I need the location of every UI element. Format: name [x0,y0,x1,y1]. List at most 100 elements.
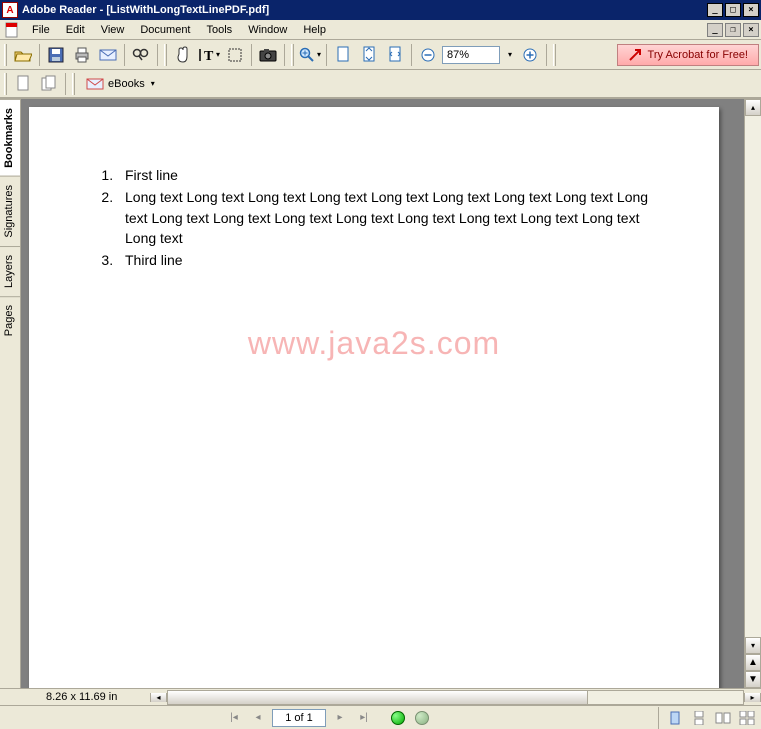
try-acrobat-button[interactable]: Try Acrobat for Free! [617,44,759,66]
toolbar-grip[interactable] [164,44,167,66]
toolbar-grip[interactable] [553,44,556,66]
mdi-minimize-button[interactable]: _ [707,23,723,37]
scroll-up-button[interactable]: ▴ [745,99,761,116]
separator [411,44,412,66]
window-title: Adobe Reader - [ListWithLongTextLinePDF.… [22,4,707,16]
menu-edit[interactable]: Edit [58,22,93,38]
back-icon [391,711,405,725]
pages-tab[interactable]: Pages [0,296,20,344]
try-acrobat-label: Try Acrobat for Free! [648,49,748,61]
window-titlebar: A Adobe Reader - [ListWithLongTextLinePD… [0,0,761,20]
menu-help[interactable]: Help [295,22,334,38]
snapshot-button[interactable] [256,43,280,67]
separator [284,44,285,66]
menu-view[interactable]: View [93,22,133,38]
dropdown-arrow-icon: ▾ [317,50,321,59]
new-doc-button[interactable] [11,72,35,96]
text-select-button[interactable]: T▾ [197,43,221,67]
toolbar-grip[interactable] [291,44,294,66]
arrow-icon [628,48,642,62]
main-area: Bookmarks Signatures Layers Pages First … [0,98,761,688]
zoom-input[interactable] [442,46,500,64]
menu-file[interactable]: File [24,22,58,38]
continuous-view-button[interactable] [689,709,709,727]
dropdown-arrow-icon: ▾ [216,50,220,59]
horizontal-scroll-thumb[interactable] [168,691,588,704]
menu-window[interactable]: Window [240,22,295,38]
dropdown-arrow-icon: ▾ [151,79,155,88]
scroll-right-button[interactable]: ▸ [744,693,761,702]
navigation-panel: Bookmarks Signatures Layers Pages [0,99,21,688]
separator [124,44,125,66]
menu-tools[interactable]: Tools [199,22,241,38]
hand-tool-button[interactable] [171,43,195,67]
separator [546,44,547,66]
last-page-button[interactable]: ▸| [354,709,374,727]
list-item: Long text Long text Long text Long text … [117,187,669,248]
zoom-in-button[interactable]: ▾ [298,43,322,67]
toolbar-grip[interactable] [4,44,7,66]
menubar: File Edit View Document Tools Window Hel… [0,20,761,40]
mdi-close-button[interactable]: × [743,23,759,37]
minimize-button[interactable]: _ [707,3,723,17]
prev-page-button[interactable]: ◂ [248,709,268,727]
separator [326,44,327,66]
bookmarks-tab[interactable]: Bookmarks [0,99,20,176]
horizontal-scroll-track[interactable] [167,690,744,705]
actual-size-button[interactable] [331,43,355,67]
ebooks-button[interactable]: eBooks ▾ [79,72,162,96]
next-view-button[interactable] [412,709,432,727]
zoom-in-plus-button[interactable] [518,43,542,67]
separator [251,44,252,66]
signatures-tab[interactable]: Signatures [0,176,20,246]
print-button[interactable] [70,43,94,67]
document-list: First line Long text Long text Long text… [117,165,669,270]
scroll-page-down-button[interactable]: ▼ [745,671,761,688]
toolbar-grip[interactable] [72,73,75,95]
separator [65,73,66,95]
statusbar: |◂ ◂ ▸ ▸| [0,705,761,729]
app-icon: A [2,2,18,18]
pdf-doc-icon [4,22,20,38]
next-page-button[interactable]: ▸ [330,709,350,727]
toolbar-grip[interactable] [4,73,7,95]
open-button[interactable] [11,43,35,67]
list-item: Third line [117,250,669,270]
fit-page-button[interactable] [357,43,381,67]
forward-icon [415,711,429,725]
search-button[interactable] [129,43,153,67]
layers-tab[interactable]: Layers [0,246,20,296]
separator [39,44,40,66]
copy-doc-button[interactable] [37,72,61,96]
zoom-dropdown-arrow[interactable]: ▾ [504,50,516,59]
select-button[interactable] [223,43,247,67]
separator [157,44,158,66]
document-viewport[interactable]: First line Long text Long text Long text… [21,99,744,688]
first-page-button[interactable]: |◂ [224,709,244,727]
scroll-page-up-button[interactable]: ▲ [745,654,761,671]
pdf-page: First line Long text Long text Long text… [29,107,719,688]
menu-document[interactable]: Document [132,22,198,38]
vertical-scrollbar[interactable]: ▴ ▾ ▲ ▼ [744,99,761,688]
continuous-facing-view-button[interactable] [737,709,757,727]
maximize-button[interactable]: □ [725,3,741,17]
list-item: First line [117,165,669,185]
scroll-track[interactable] [745,116,761,637]
single-page-view-button[interactable] [665,709,685,727]
save-button[interactable] [44,43,68,67]
page-number-input[interactable] [272,709,326,727]
ebooks-icon [86,77,104,91]
ebooks-label: eBooks [108,78,145,90]
zoom-out-button[interactable] [416,43,440,67]
previous-view-button[interactable] [388,709,408,727]
scroll-down-button[interactable]: ▾ [745,637,761,654]
facing-view-button[interactable] [713,709,733,727]
fit-width-button[interactable] [383,43,407,67]
page-dimensions: 8.26 x 11.69 in [0,691,150,703]
svg-text:T: T [204,49,214,63]
secondary-toolbar: eBooks ▾ [0,70,761,98]
scroll-left-button[interactable]: ◂ [150,693,167,702]
mdi-restore-button[interactable]: ❐ [725,23,741,37]
close-button[interactable]: × [743,3,759,17]
email-button[interactable] [96,43,120,67]
